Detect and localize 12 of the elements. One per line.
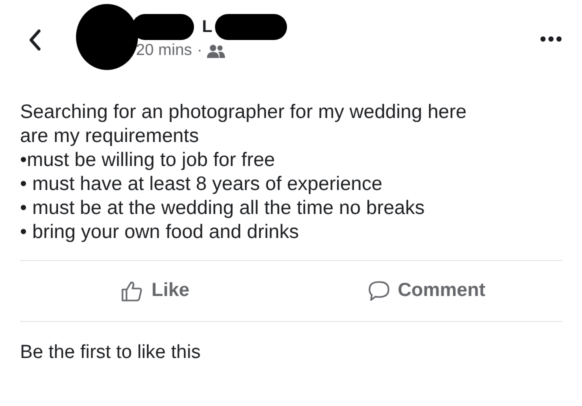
post-text-line: •must be willing to job for free (20, 148, 276, 172)
likes-summary: Be the first to like this (19, 341, 202, 365)
post-text-line: Searching for an photographer for my wedding here (20, 100, 468, 124)
post-text-line: • bring your own food and drinks (20, 220, 300, 244)
post-text-line: are my requirements (20, 124, 200, 148)
post-text-line: • must have at least 8 years of experience (20, 172, 384, 196)
separator-dot: · (197, 42, 202, 60)
comment-button[interactable]: Comment (291, 261, 562, 321)
like-button[interactable]: Like (20, 261, 291, 321)
post-time: 20 mins (136, 42, 192, 60)
post-text-line: • must be at the wedding all the time no breaks (20, 196, 426, 220)
author-name[interactable]: L (202, 17, 212, 37)
